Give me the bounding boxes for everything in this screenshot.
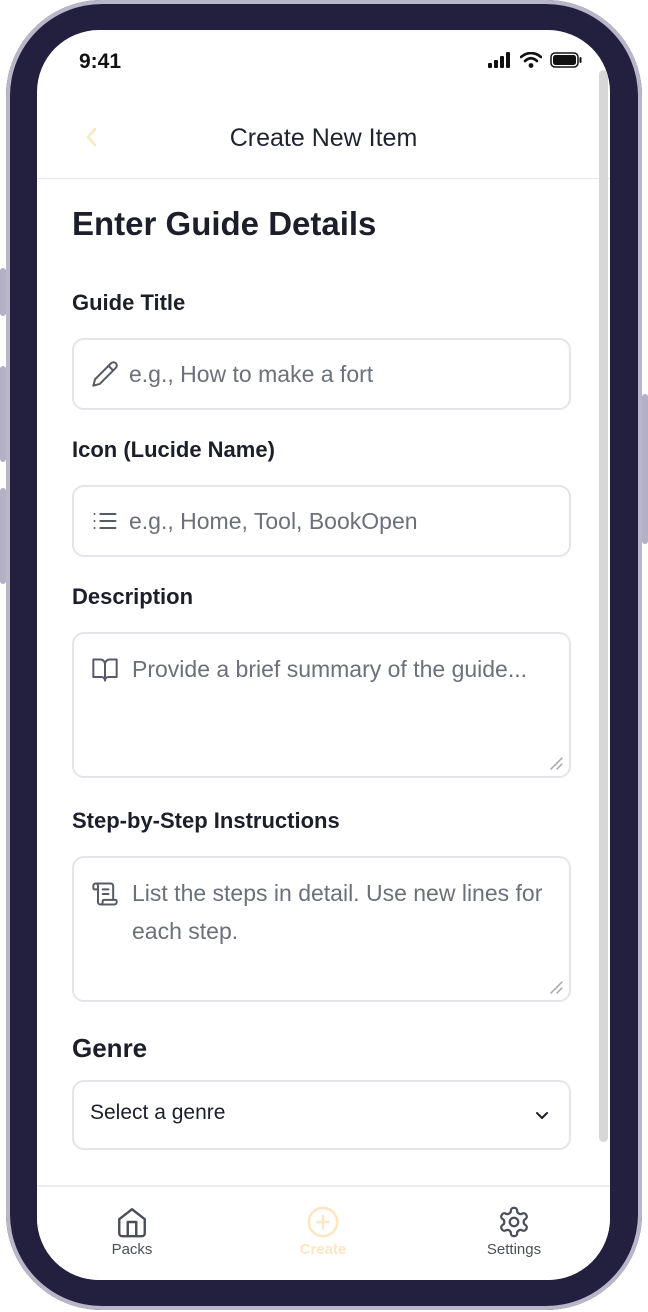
- list-icon: [93, 513, 117, 529]
- guide-title-placeholder: e.g., How to make a fort: [129, 361, 374, 387]
- tab-create-label: Create: [299, 1241, 347, 1258]
- status-icons: [488, 52, 582, 68]
- scroll-text-icon: [92, 882, 118, 906]
- guide-title-label: Guide Title: [72, 290, 186, 315]
- battery-icon: [550, 52, 582, 68]
- description-placeholder: Provide a brief summary of the guide...: [132, 656, 528, 682]
- genre-select[interactable]: Select a genre: [72, 1080, 571, 1150]
- scrollbar[interactable]: [599, 70, 608, 1142]
- tab-packs-label: Packs: [111, 1241, 153, 1258]
- chevron-down-icon: [536, 1112, 548, 1119]
- tab-settings[interactable]: Settings: [459, 1205, 569, 1258]
- instructions-placeholder: List the steps in detail. Use new lines …: [132, 880, 543, 944]
- tab-create[interactable]: Create: [268, 1205, 378, 1258]
- side-button-mute: [0, 268, 6, 316]
- icon-name-label: Icon (Lucide Name): [72, 437, 275, 462]
- home-icon: [118, 1208, 146, 1238]
- side-button-volume-up: [0, 366, 6, 462]
- tab-bar: Packs Create Settings: [37, 1185, 610, 1280]
- page-title: Create New Item: [229, 124, 418, 152]
- pencil-icon: [92, 361, 118, 387]
- instructions-textarea[interactable]: List the steps in detail. Use new lines …: [72, 856, 571, 1002]
- genre-select-value: Select a genre: [90, 1101, 226, 1124]
- side-button-volume-down: [0, 488, 6, 584]
- description-textarea[interactable]: Provide a brief summary of the guide...: [72, 632, 571, 778]
- status-bar: 9:41: [37, 30, 610, 94]
- tab-packs[interactable]: Packs: [77, 1205, 187, 1258]
- instructions-label: Step-by-Step Instructions: [72, 808, 340, 833]
- status-time: 9:41: [79, 50, 122, 73]
- guide-title-input[interactable]: e.g., How to make a fort: [72, 338, 571, 410]
- screen: 9:41 Create New Item Enter Guide Details…: [37, 30, 610, 1280]
- section-title: Enter Guide Details: [72, 205, 377, 242]
- header: Create New Item: [37, 106, 610, 179]
- genre-label: Genre: [72, 1033, 148, 1063]
- side-button-power: [642, 394, 648, 544]
- wifi-icon: [520, 52, 542, 68]
- book-open-icon: [92, 658, 118, 682]
- resize-handle-icon[interactable]: [547, 978, 563, 994]
- plus-circle-icon: [307, 1206, 339, 1238]
- gear-icon: [500, 1206, 528, 1238]
- icon-name-placeholder: e.g., Home, Tool, BookOpen: [129, 508, 418, 534]
- resize-handle-icon[interactable]: [547, 754, 563, 770]
- signal-icon: [488, 52, 510, 68]
- icon-name-input[interactable]: e.g., Home, Tool, BookOpen: [72, 485, 571, 557]
- description-label: Description: [72, 584, 194, 609]
- tab-settings-label: Settings: [486, 1241, 542, 1258]
